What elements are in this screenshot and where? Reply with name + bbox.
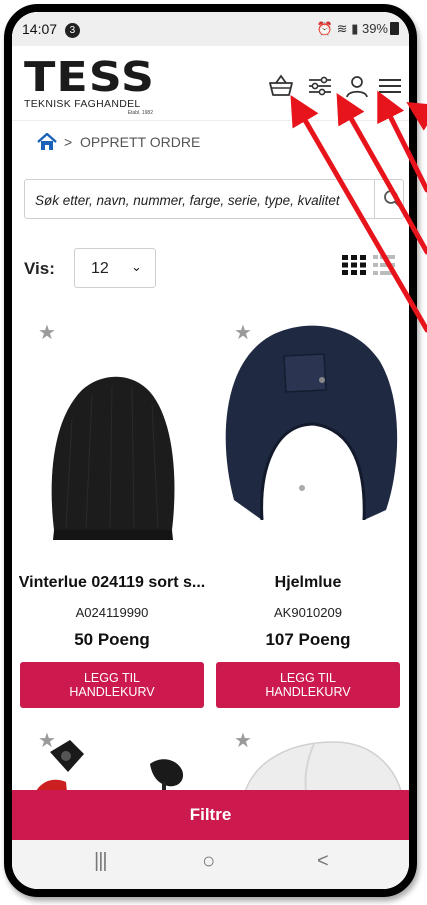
logo-text: TESS [24, 52, 155, 101]
basket-icon[interactable] [267, 72, 295, 100]
battery-icon [390, 22, 399, 35]
button-line-1: LEGG TIL [83, 671, 141, 685]
product-points: 107 Poeng [265, 630, 351, 649]
status-bar: 14:07 3 ⏰ ≋ ▮ 39% [12, 12, 409, 46]
home-button[interactable]: ○ [202, 848, 215, 874]
grid-view-icon[interactable] [342, 255, 366, 275]
favorite-star-icon[interactable]: ★ [38, 320, 56, 345]
search-box [24, 179, 404, 220]
filter-sliders-icon[interactable] [306, 72, 334, 100]
product-points: 50 Poeng [74, 630, 150, 649]
screen: 14:07 3 ⏰ ≋ ▮ 39% TESS TEKNISK FAGHANDEL… [12, 12, 409, 889]
battery-percent: 39% [361, 21, 388, 36]
signal-icon: ▮ [351, 21, 359, 36]
product-image-helmet[interactable] [234, 736, 402, 790]
product-card: ★ Hjelmlue AK9010209 107 Poeng LEGG TIL … [214, 320, 402, 710]
breadcrumb: > OPPRETT ORDRE [12, 120, 409, 161]
android-nav-bar: ||| ○ < [12, 840, 409, 889]
alarm-icon: ⏰ [316, 21, 334, 36]
breadcrumb-current: > OPPRETT ORDRE [64, 134, 201, 150]
product-card: ★ [18, 728, 206, 790]
button-line-1: LEGG TIL [279, 671, 337, 685]
search-icon [384, 190, 400, 207]
product-image-beanie[interactable] [42, 360, 182, 550]
hamburger-menu-icon[interactable] [376, 72, 404, 100]
chevron-down-icon: ⌄ [131, 259, 142, 274]
display-count-value: 12 [91, 260, 109, 277]
product-sku: A024119990 [75, 605, 149, 620]
arrow-to-menu [406, 102, 427, 131]
notification-badge: 3 [64, 23, 80, 38]
status-time-text: 14:07 [22, 21, 58, 37]
user-icon[interactable] [343, 72, 371, 100]
list-view-icon[interactable] [373, 255, 395, 275]
product-card: ★ [214, 728, 402, 790]
add-to-cart-button[interactable]: LEGG TIL HANDLEKURV [216, 662, 400, 708]
breadcrumb-label: OPPRETT ORDRE [79, 134, 201, 150]
button-line-2: HANDLEKURV [265, 685, 351, 699]
back-button[interactable]: < [317, 850, 329, 873]
search-input[interactable] [33, 180, 367, 220]
add-to-cart-button[interactable]: LEGG TIL HANDLEKURV [20, 662, 204, 708]
logo-since: Etabl. 1982 [127, 110, 153, 116]
home-icon[interactable] [36, 133, 58, 151]
site-header: TESS TEKNISK FAGHANDEL Etabl. 1982 [12, 46, 409, 118]
status-time: 14:07 3 [22, 21, 80, 38]
status-right: ⏰ ≋ ▮ 39% [317, 21, 399, 37]
filter-button[interactable]: Filtre [12, 790, 409, 840]
search-button[interactable] [374, 179, 403, 219]
product-card: ★ Vinterlue 024119 sort s... A024119990 … [18, 320, 206, 710]
display-label: Vis: [24, 259, 55, 278]
product-name[interactable]: Hjelmlue [214, 574, 402, 592]
product-image-helmet-hood[interactable] [214, 320, 404, 530]
wifi-icon: ≋ [336, 21, 348, 36]
product-sku: AK9010209 [274, 605, 342, 620]
recent-apps-button[interactable]: ||| [94, 850, 108, 873]
phone-frame: 14:07 3 ⏰ ≋ ▮ 39% TESS TEKNISK FAGHANDEL… [4, 4, 417, 897]
display-count-select[interactable]: 12 ⌄ [74, 248, 156, 288]
product-name[interactable]: Vinterlue 024119 sort s... [18, 574, 206, 592]
product-image-ear-muffs[interactable] [22, 732, 202, 790]
tess-logo[interactable]: TESS TEKNISK FAGHANDEL Etabl. 1982 [24, 56, 155, 116]
button-line-2: HANDLEKURV [69, 685, 155, 699]
